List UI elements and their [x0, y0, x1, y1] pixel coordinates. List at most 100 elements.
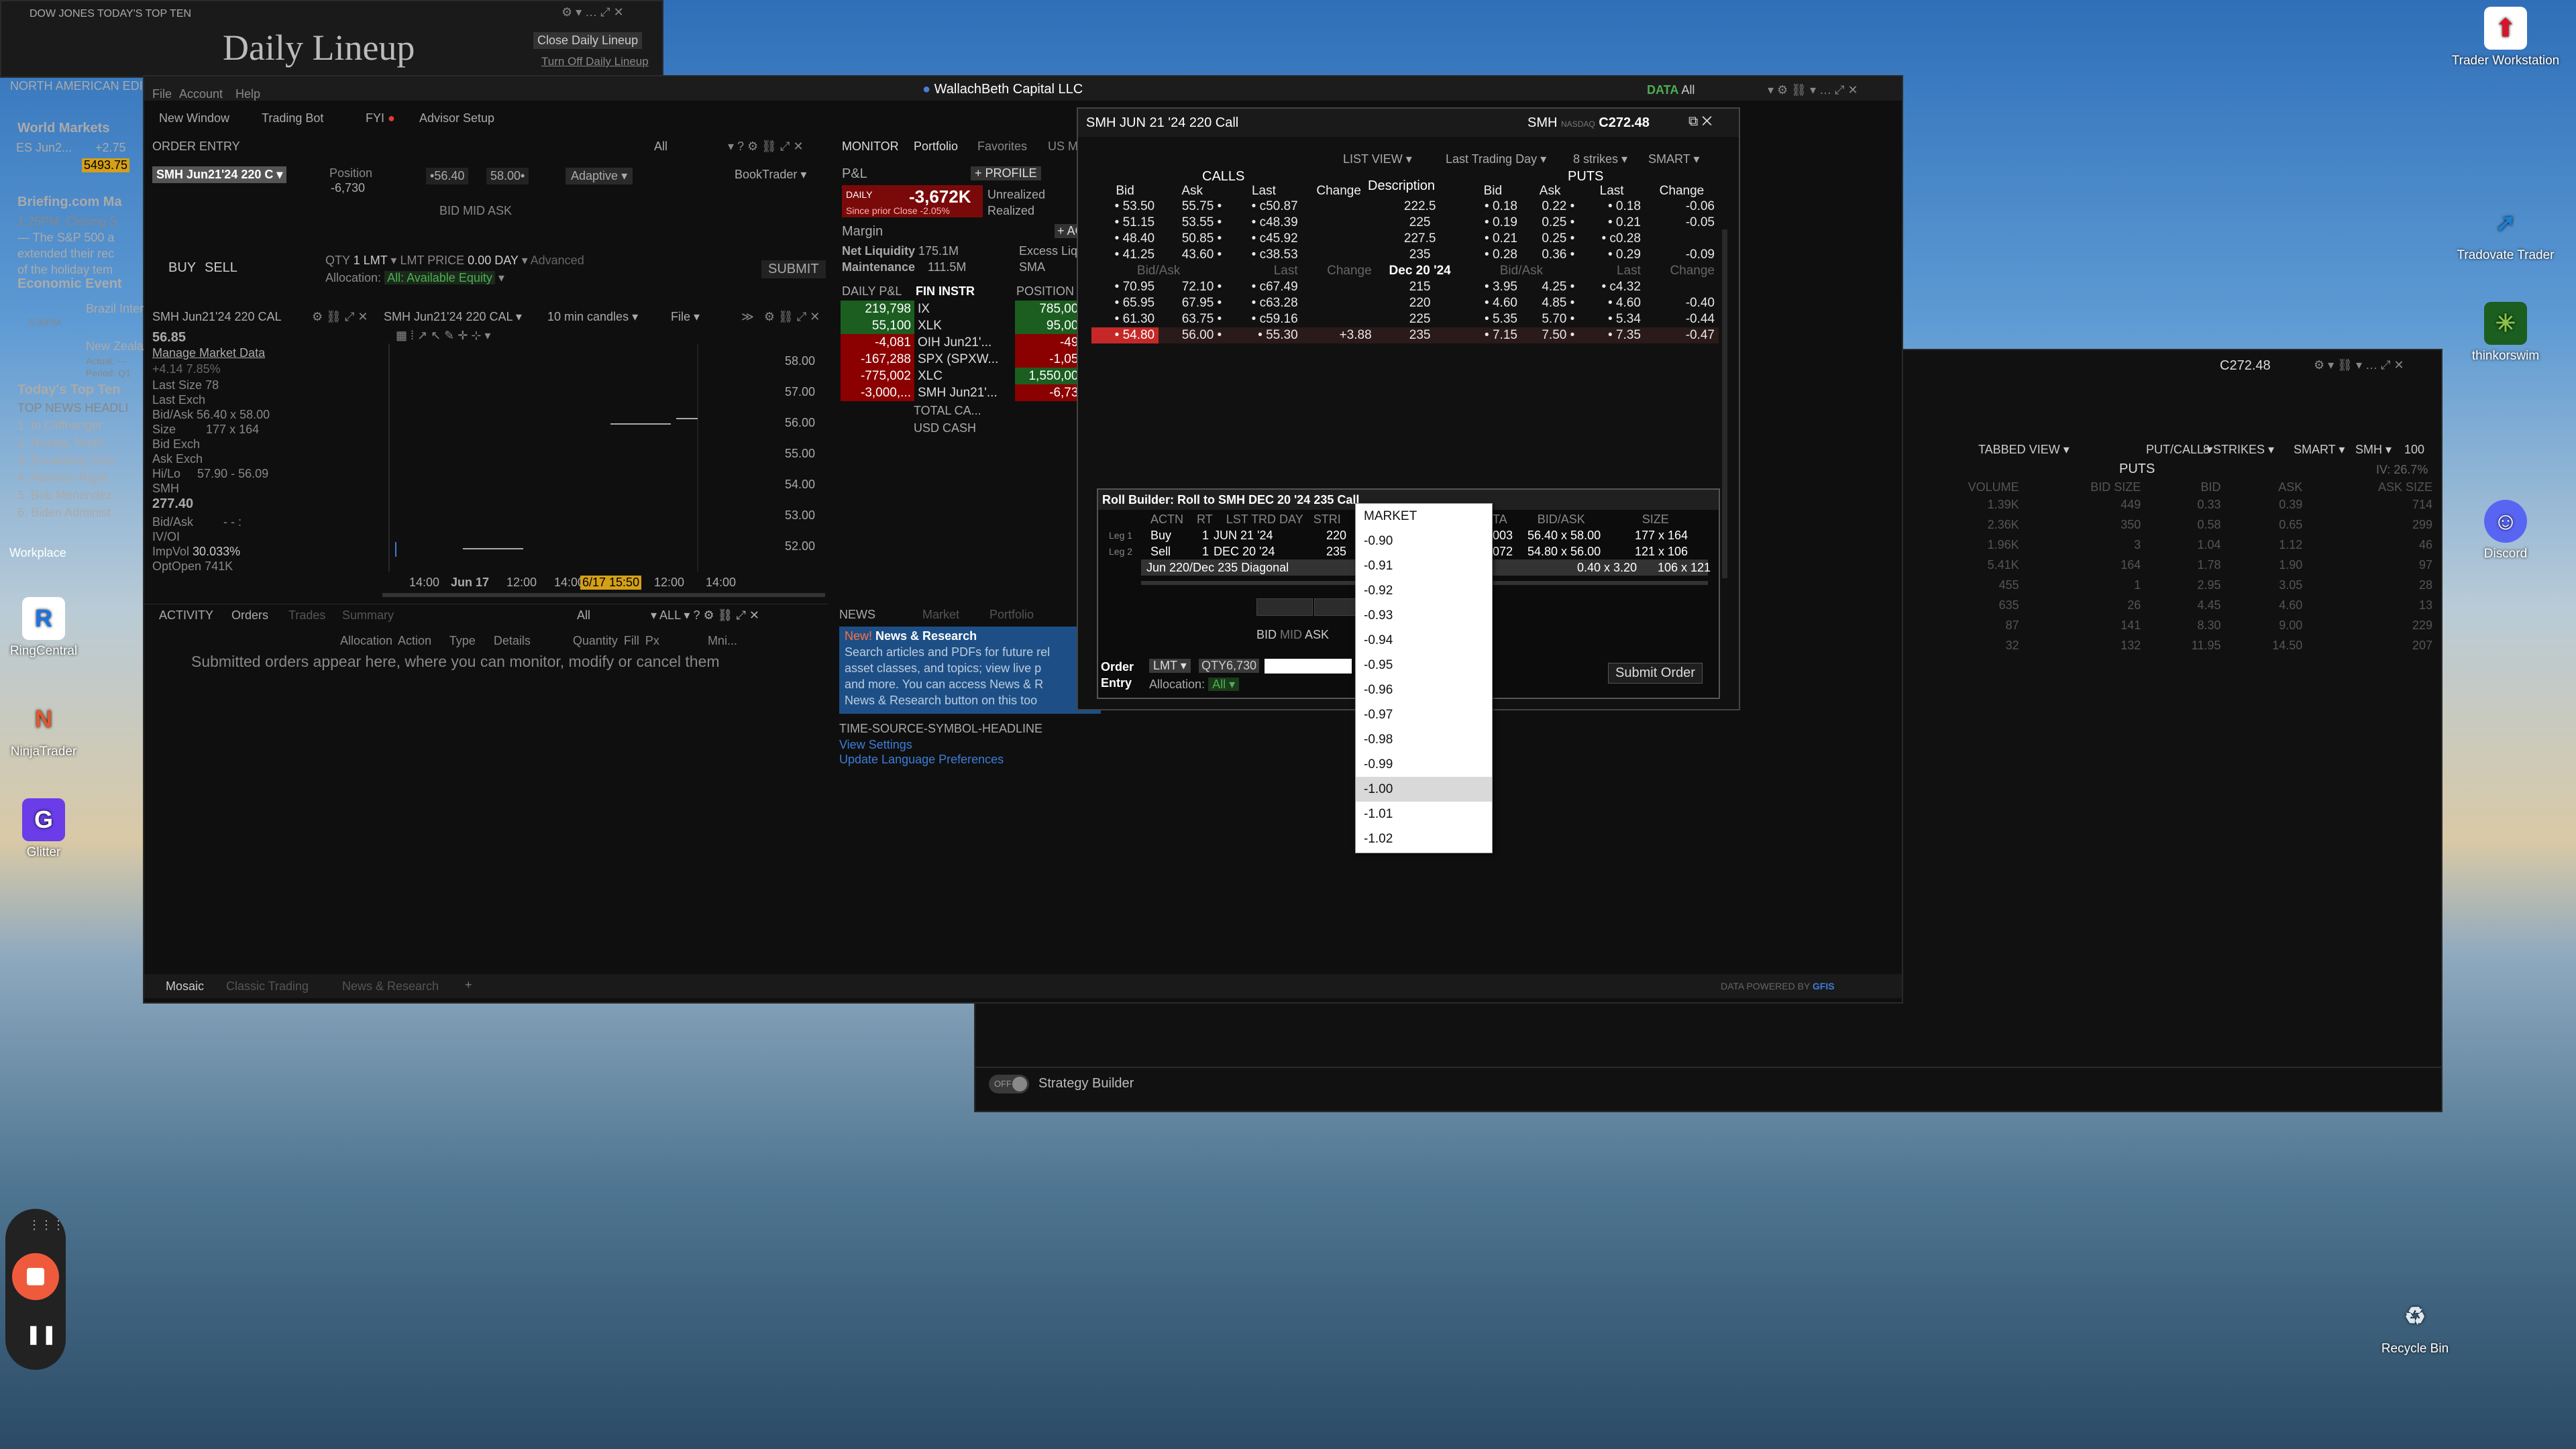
record-button[interactable] — [12, 1253, 59, 1300]
chart-toolbar[interactable]: ▦ ⁞ ↗ ↖ ✎ ✛ ⊹ ▾ — [396, 329, 490, 343]
strategy-row[interactable]: 5.41K 164 1.78 1.90 97 — [1901, 555, 2438, 575]
menu-file[interactable]: File — [152, 87, 172, 101]
call-bid[interactable]: • 54.80 — [1091, 327, 1159, 343]
strikes-count-dropdown[interactable]: 8 strikes ▾ — [1573, 152, 1627, 166]
desktop-icon-discord[interactable]: ☺ Discord — [2449, 500, 2563, 561]
close-daily-lineup-button[interactable]: Close Daily Lineup — [533, 32, 643, 49]
top-ten-item-3[interactable]: 3. Escalating Clas — [17, 453, 114, 468]
strikes-dropdown[interactable]: 8 STRIKES ▾ — [2203, 443, 2274, 457]
option-chain-row[interactable]: • 41.25 43.60 • • c38.53 235 • 0.28 0.36 • • 0… — [1091, 247, 1719, 263]
option-chain-controls[interactable]: ⧉ ✕ — [1688, 114, 1712, 129]
strategy-row[interactable]: 2.36K 350 0.58 0.65 299 — [1901, 515, 2438, 535]
put-bid[interactable]: • 5.35 — [1464, 311, 1521, 327]
call-ask[interactable]: 67.95 • — [1159, 295, 1226, 311]
roll-allocation[interactable]: Allocation: All ▾ — [1149, 678, 1240, 692]
put-bid[interactable]: • 0.19 — [1464, 215, 1521, 231]
position-row[interactable]: -3,000,... SMH Jun21'... -6,730 — [841, 384, 1089, 401]
roll-order-type[interactable]: LMT ▾ — [1149, 659, 1191, 673]
put-ask[interactable]: 7.50 • — [1521, 327, 1578, 343]
menu-help[interactable]: Help — [235, 87, 260, 101]
news-promo-box[interactable]: New! News & Research Search articles and… — [839, 627, 1101, 714]
price-option[interactable]: -1.00 — [1356, 777, 1492, 802]
pause-icon[interactable]: ❚❚ — [25, 1323, 57, 1345]
main-window-controls[interactable]: ▾ ⚙ ⛓ ▾ … ⤢ ✕ — [1768, 83, 1858, 97]
price-option[interactable]: -0.97 — [1356, 702, 1492, 727]
buy-button[interactable]: BUY — [168, 260, 196, 276]
manage-market-data-link[interactable]: Manage Market Data — [152, 346, 265, 360]
price-option[interactable]: -0.95 — [1356, 653, 1492, 678]
update-language-link[interactable]: Update Language Preferences — [839, 753, 1004, 767]
order-allocation[interactable]: Allocation: All: Available Equity ▾ — [325, 271, 504, 285]
top-ten-item-4[interactable]: 4. Abortion-Right — [17, 471, 107, 485]
exchange-dropdown[interactable]: SMART ▾ — [1648, 152, 1699, 166]
call-bid[interactable]: • 53.50 — [1091, 199, 1159, 215]
tab-classic-trading[interactable]: Classic Trading — [226, 979, 309, 994]
order-submit-button[interactable]: SUBMIT — [761, 260, 826, 278]
trading-bot-button[interactable]: Trading Bot — [262, 111, 323, 125]
put-ask[interactable]: 4.25 • — [1521, 279, 1578, 295]
call-bid[interactable]: • 70.95 — [1091, 279, 1159, 295]
call-ask[interactable]: 72.10 • — [1159, 279, 1226, 295]
tab-favorites[interactable]: Favorites — [977, 140, 1027, 154]
strategy-row[interactable]: 635 26 4.45 4.60 13 — [1901, 595, 2438, 615]
tabbed-view-dropdown[interactable]: TABBED VIEW ▾ — [1978, 443, 2070, 457]
option-chain-scrollbar[interactable] — [1722, 229, 1727, 578]
strategy-builder-toggle[interactable]: OFF — [989, 1075, 1029, 1093]
price-option[interactable]: -0.94 — [1356, 628, 1492, 653]
price-option[interactable]: -0.90 — [1356, 529, 1492, 553]
position-row[interactable]: -4,081 OIH Jun21'... -492 — [841, 334, 1089, 351]
smart-dropdown[interactable]: SMART ▾ — [2294, 443, 2345, 457]
call-ask[interactable]: 43.60 • — [1159, 247, 1226, 263]
chart-file-menu[interactable]: File ▾ — [671, 310, 700, 324]
call-ask[interactable]: 53.55 • — [1159, 215, 1226, 231]
order-entry-controls[interactable]: ▾ ? ⚙ ⛓ ⤢ ✕ — [728, 140, 804, 154]
activity-all-dropdown[interactable]: ▾ ALL ▾ ? ⚙ ⛓ ⤢ ✕ — [651, 608, 759, 623]
smh-dropdown[interactable]: SMH ▾ — [2355, 443, 2392, 457]
quote-controls[interactable]: ⚙ ⛓ ⤢ ✕ — [312, 310, 368, 324]
roll-order-qty[interactable]: QTY6,730 — [1199, 659, 1260, 673]
tab-news-market[interactable]: Market — [922, 608, 959, 622]
strategy-row[interactable]: 87 141 8.30 9.00 229 — [1901, 615, 2438, 635]
bid-mid-ask-selector[interactable]: BID MID ASK — [439, 204, 512, 218]
menu-account[interactable]: Account — [179, 87, 223, 101]
put-bid[interactable]: • 7.15 — [1464, 327, 1521, 343]
booktrader-button[interactable]: BookTrader ▾ — [735, 168, 806, 182]
desktop-icon-recycle-bin[interactable]: ♻ Recycle Bin — [2358, 1295, 2472, 1356]
call-bid[interactable]: • 61.30 — [1091, 311, 1159, 327]
position-row[interactable]: 55,100 XLK 95,000 — [841, 317, 1089, 334]
adaptive-dropdown[interactable]: Adaptive ▾ — [566, 168, 633, 184]
desktop-icon-trader-workstation[interactable]: ⬆ Trader Workstation — [2449, 7, 2563, 68]
tab-summary[interactable]: Summary — [342, 608, 394, 623]
price-option[interactable]: -0.92 — [1356, 578, 1492, 603]
advisor-setup-button[interactable]: Advisor Setup — [419, 111, 494, 125]
desktop-icon-thinkorswim[interactable]: ✳ thinkorswim — [2449, 302, 2563, 364]
put-bid[interactable]: • 3.95 — [1464, 279, 1521, 295]
put-ask[interactable]: 0.36 • — [1521, 247, 1578, 263]
lineup-window-controls[interactable]: ⚙ ▾ … ⤢ ✕ — [561, 5, 624, 19]
put-bid[interactable]: • 0.28 — [1464, 247, 1521, 263]
tab-us-m[interactable]: US M — [1048, 140, 1078, 154]
chart-plot[interactable] — [382, 343, 785, 572]
top-ten-item-1[interactable]: 1. In Cliffhanger — [17, 419, 103, 433]
tab-activity[interactable]: ACTIVITY — [159, 608, 213, 623]
put-bid[interactable]: • 4.60 — [1464, 295, 1521, 311]
tab-monitor[interactable]: MONITOR — [842, 140, 899, 154]
list-view-dropdown[interactable]: LIST VIEW ▾ — [1343, 152, 1412, 166]
add-tab-button[interactable]: + — [465, 978, 472, 992]
call-bid[interactable]: • 41.25 — [1091, 247, 1159, 263]
option-chain-row[interactable]: • 70.95 72.10 • • c67.49 215 • 3.95 4.25 • • c… — [1091, 279, 1719, 295]
option-chain-row[interactable]: • 61.30 63.75 • • c59.16 225 • 5.35 5.70 • • 5… — [1091, 311, 1719, 327]
price-option[interactable]: -0.93 — [1356, 603, 1492, 628]
roll-limit-price-input[interactable] — [1265, 659, 1352, 674]
position-row[interactable]: -775,002 XLC 1,550,000 — [841, 368, 1089, 384]
strategy-row[interactable]: 32 132 11.95 14.50 207 — [1901, 635, 2438, 655]
view-settings-link[interactable]: View Settings — [839, 738, 912, 752]
strategy-window-controls[interactable]: ⚙ ▾ ⛓ ▾ … ⤢ ✕ — [2314, 358, 2404, 372]
fyi-button[interactable]: FYI ● — [366, 111, 395, 125]
position-row[interactable]: -167,288 SPX (SPXW... -1,051 — [841, 351, 1089, 368]
price-option[interactable]: -0.91 — [1356, 553, 1492, 578]
option-chain-row[interactable]: • 53.50 55.75 • • c50.87 222.5 • 0.18 0.22 • •… — [1091, 199, 1719, 215]
chart-symbol[interactable]: SMH Jun21'24 220 CAL ▾ — [384, 310, 522, 324]
tab-news[interactable]: NEWS — [839, 608, 875, 622]
limit-price-dropdown[interactable]: MARKET -0.90 -0.91 -0.92 -0.93 -0.94 -0.95 -0.9… — [1355, 503, 1493, 853]
